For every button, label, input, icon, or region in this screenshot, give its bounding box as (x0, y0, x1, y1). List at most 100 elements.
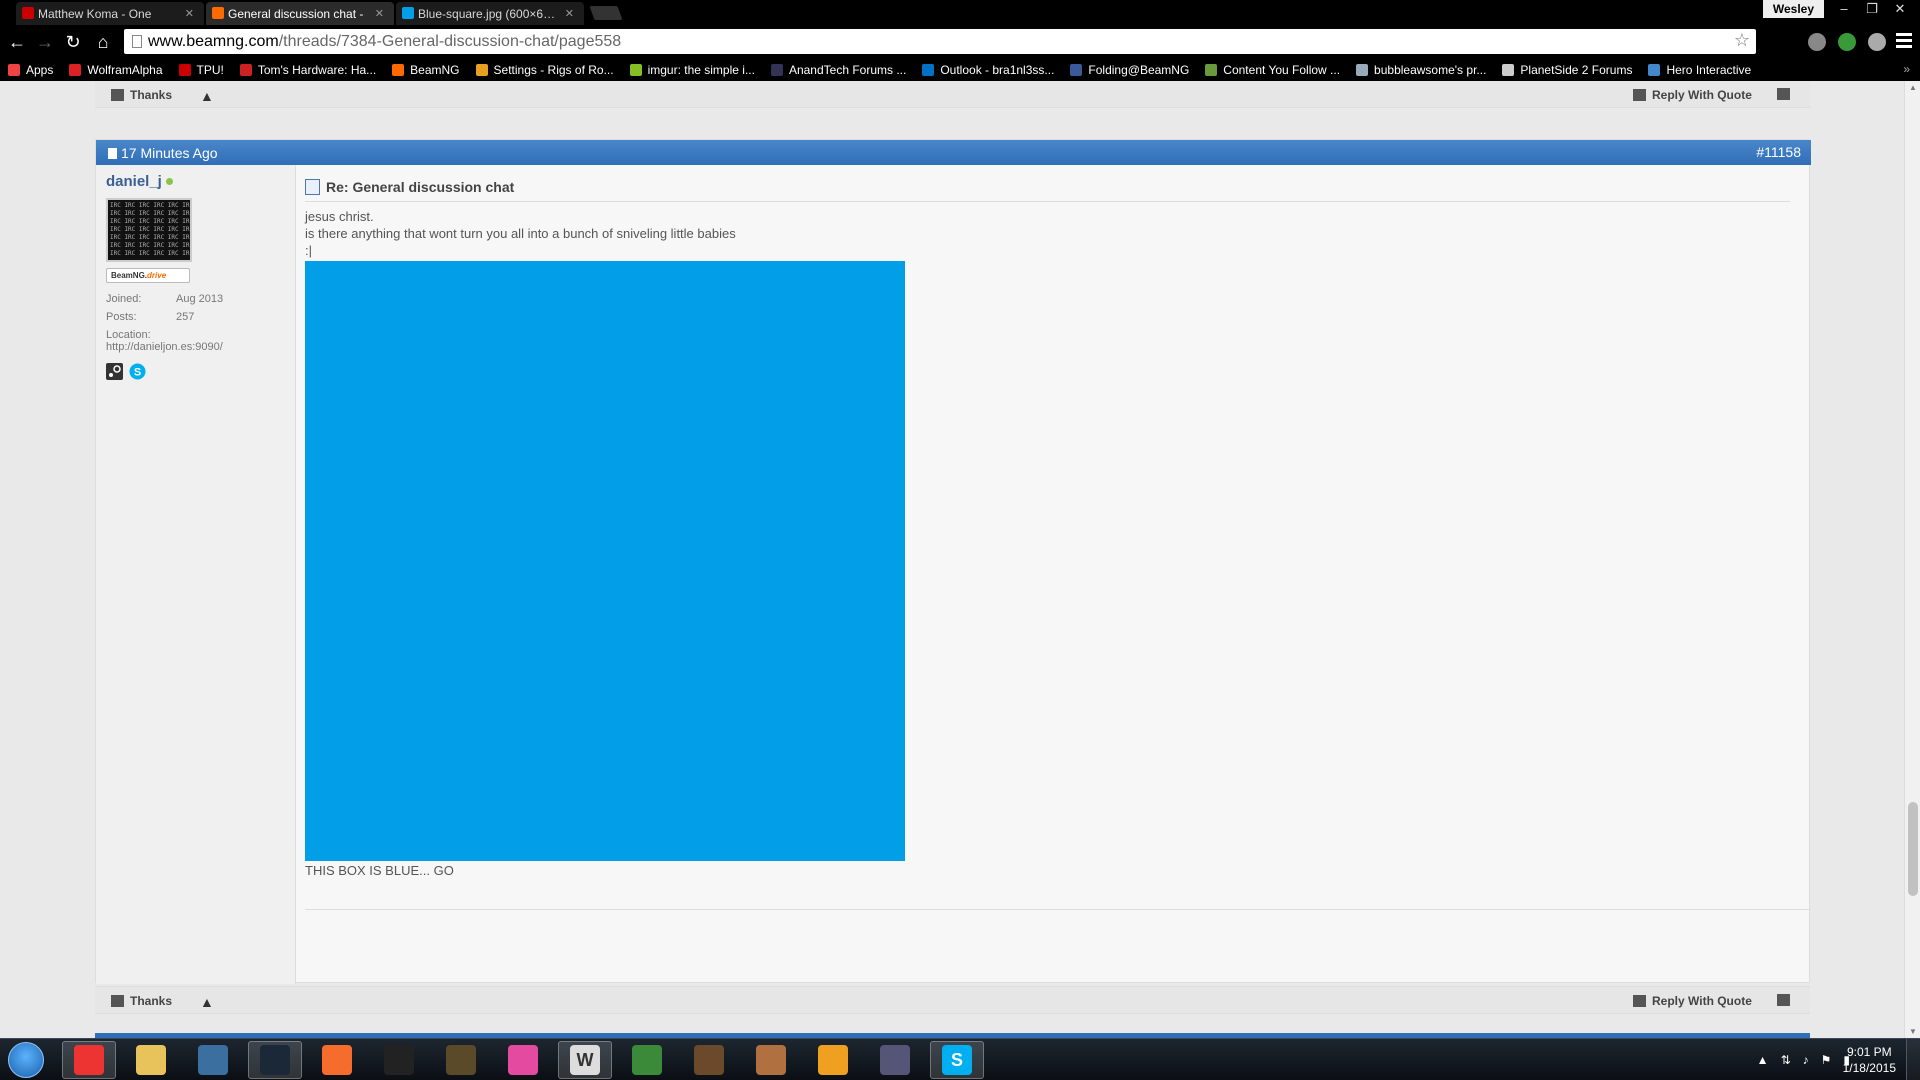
page-viewport: Thanks ▲ Reply With Quote 17 Minutes Ago… (0, 81, 1904, 1038)
bookmark-item[interactable]: Apps (8, 63, 53, 77)
skype-icon[interactable]: S (129, 363, 146, 380)
blue-square-image[interactable] (305, 261, 905, 861)
bookmark-item[interactable]: Hero Interactive (1648, 63, 1751, 77)
bookmark-favicon-icon (239, 64, 252, 76)
taskbar-app-app3[interactable] (186, 1041, 240, 1079)
taskbar-app-app6[interactable] (372, 1041, 426, 1079)
bookmark-item[interactable]: Outlook - bra1nl3ss... (922, 63, 1054, 77)
badge-brand-accent: drive (147, 271, 167, 280)
network-icon[interactable]: ⇅ (1781, 1053, 1791, 1067)
taskbar-app-app7[interactable] (434, 1041, 488, 1079)
app10-icon (632, 1045, 662, 1075)
tab-matthew-koma[interactable]: Matthew Koma - One ✕ (16, 2, 204, 25)
bookmark-label: bubbleawsome's pr... (1374, 63, 1487, 77)
reload-icon[interactable]: ↻ (62, 31, 84, 53)
report-button[interactable]: ▲ (200, 994, 214, 1010)
app12-icon (756, 1045, 786, 1075)
reply-label: Reply With Quote (1652, 994, 1752, 1008)
taskbar-app-app10[interactable] (620, 1041, 674, 1079)
bookmark-item[interactable]: BeamNG (392, 63, 460, 77)
online-status-icon (165, 178, 173, 185)
multi-quote-button[interactable] (1777, 88, 1796, 100)
bookmark-item[interactable]: imgur: the simple i... (629, 63, 755, 77)
report-button[interactable]: ▲ (200, 88, 214, 104)
system-tray: ▲ ⇅ ♪ ⚑ ▮ (1745, 1053, 1850, 1067)
thanks-button[interactable]: Thanks (111, 88, 172, 102)
message-line: jesus christ. (305, 209, 374, 224)
taskbar-app-steam[interactable] (248, 1041, 302, 1079)
flag-icon[interactable]: ⚑ (1821, 1053, 1832, 1067)
scroll-thumb[interactable] (1908, 802, 1918, 896)
back-icon[interactable]: ← (6, 31, 28, 53)
taskbar-app-app12[interactable] (744, 1041, 798, 1079)
more-bookmarks-icon[interactable]: » (1903, 62, 1910, 76)
taskbar-app-app13[interactable] (806, 1041, 860, 1079)
username-link[interactable]: daniel_j (106, 173, 285, 190)
post-icon (108, 147, 117, 159)
bookmark-item[interactable]: Tom's Hardware: Ha... (239, 63, 376, 77)
show-desktop-button[interactable] (1906, 1039, 1920, 1080)
thanks-button[interactable]: Thanks (111, 994, 172, 1008)
restore-icon[interactable]: ❐ (1858, 0, 1886, 18)
bookmark-star-icon[interactable]: ☆ (1734, 30, 1750, 51)
chrome-menu-icon[interactable] (1896, 30, 1912, 52)
bookmark-item[interactable]: TPU! (178, 63, 224, 77)
volume-icon[interactable]: ♪ (1803, 1053, 1809, 1067)
post-title: Re: General discussion chat (305, 179, 1790, 202)
tab-title: Blue-square.jpg (600×600) (418, 6, 559, 21)
clock-date: 1/18/2015 (1842, 1061, 1896, 1075)
address-bar[interactable]: www.beamng.com/threads/7384-General-disc… (124, 29, 1756, 54)
contact-icons: S (106, 363, 285, 380)
bookmark-item[interactable]: WolframAlpha (69, 63, 163, 77)
taskbar-app-word[interactable]: W (558, 1041, 612, 1079)
tab-blue-square[interactable]: Blue-square.jpg (600×600) ✕ (396, 2, 584, 25)
svg-text:S: S (134, 367, 141, 379)
close-icon[interactable]: ✕ (185, 7, 194, 20)
taskbar-app-origin[interactable] (310, 1041, 364, 1079)
taskbar-app-explorer[interactable] (124, 1041, 178, 1079)
bookmark-item[interactable]: PlanetSide 2 Forums (1502, 63, 1632, 77)
post-date: 17 Minutes Ago (108, 145, 218, 161)
forward-icon[interactable]: → (34, 31, 56, 53)
profile-button[interactable]: Wesley (1762, 0, 1824, 18)
clock-time: 9:01 PM (1846, 1045, 1892, 1059)
close-icon[interactable]: ✕ (565, 7, 574, 20)
extension-icon[interactable] (1868, 33, 1886, 51)
taskbar-app-app14[interactable] (868, 1041, 922, 1079)
bookmark-item[interactable]: Settings - Rigs of Ro... (475, 63, 614, 77)
extension-icon[interactable] (1808, 33, 1826, 51)
page-scrollbar[interactable]: ▲ ▼ (1904, 81, 1920, 1038)
extension-icon[interactable] (1838, 33, 1856, 51)
scroll-down-icon[interactable]: ▼ (1909, 1027, 1917, 1036)
tray-expand-icon[interactable]: ▲ (1757, 1053, 1769, 1067)
post-title-text: Re: General discussion chat (326, 179, 515, 195)
scroll-up-icon[interactable]: ▲ (1909, 83, 1917, 92)
bookmark-favicon-icon (1502, 64, 1515, 76)
bookmark-item[interactable]: bubbleawsome's pr... (1356, 63, 1486, 77)
taskbar-app-skype[interactable]: S (930, 1041, 984, 1079)
clock[interactable]: 9:01 PM 1/18/2015 (1843, 1044, 1896, 1076)
multi-quote-button[interactable] (1777, 994, 1796, 1006)
post-number-link[interactable]: #11158 (1756, 144, 1801, 160)
minimize-icon[interactable]: – (1830, 0, 1858, 18)
multi-quote-icon (1777, 88, 1790, 100)
close-icon[interactable]: ✕ (375, 7, 384, 20)
start-button[interactable] (8, 1042, 44, 1078)
taskbar-app-app8[interactable] (496, 1041, 550, 1079)
bookmark-label: Outlook - bra1nl3ss... (940, 63, 1055, 77)
taskbar-app-chrome[interactable] (62, 1041, 116, 1079)
bookmark-item[interactable]: Content You Follow ... (1205, 63, 1340, 77)
reply-with-quote-button[interactable]: Reply With Quote (1633, 994, 1752, 1008)
tab-general-discussion[interactable]: General discussion chat - ✕ (206, 2, 394, 25)
reply-with-quote-button[interactable]: Reply With Quote (1633, 88, 1752, 102)
home-icon[interactable]: ⌂ (92, 31, 114, 53)
bookmark-item[interactable]: Folding@BeamNG (1070, 63, 1189, 77)
close-window-icon[interactable]: ✕ (1886, 0, 1914, 18)
steam-icon[interactable] (106, 363, 123, 380)
taskbar-app-minecraft[interactable] (682, 1041, 736, 1079)
bookmark-item[interactable]: AnandTech Forums ... (770, 63, 906, 77)
new-tab-button[interactable] (589, 6, 623, 20)
avatar[interactable]: IRC IRC IRC IRC IRC IRC IRC IRC IRC IRC … (106, 198, 192, 262)
windows-taskbar: W S ▲ ⇅ ♪ ⚑ ▮ 9:01 PM 1/18/2015 (0, 1038, 1920, 1080)
message-line: :| (305, 243, 312, 258)
